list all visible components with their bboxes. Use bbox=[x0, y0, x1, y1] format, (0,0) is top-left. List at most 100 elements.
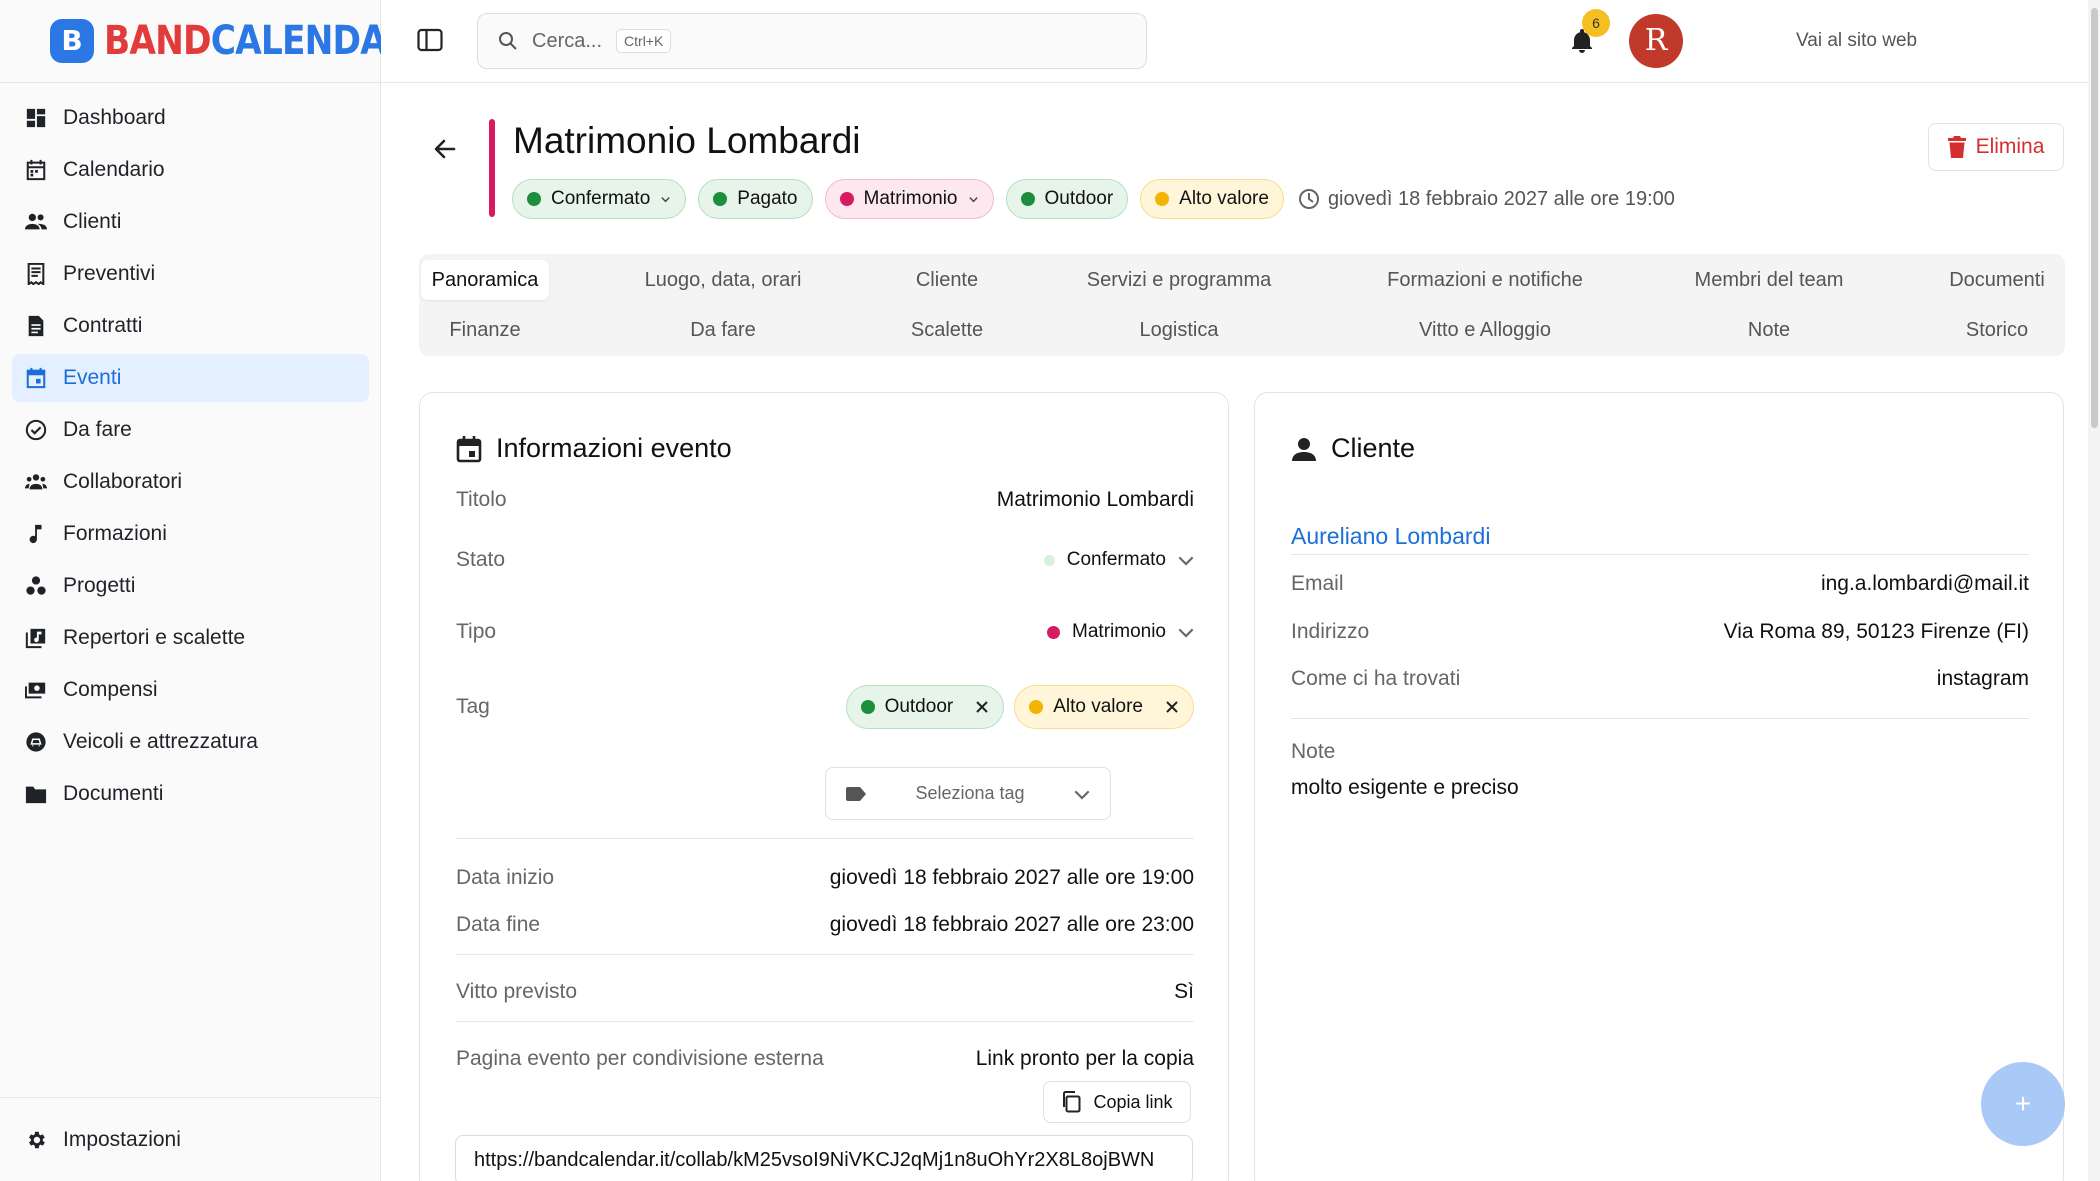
trash-icon bbox=[1947, 136, 1966, 158]
copy-link-button[interactable]: Copia link bbox=[1043, 1081, 1191, 1123]
chip-label: Outdoor bbox=[1044, 188, 1114, 209]
sidebar-item-label: Compensi bbox=[63, 678, 158, 701]
info-row-data-fine: Data fine giovedì 18 febbraio 2027 alle o… bbox=[456, 913, 1194, 936]
info-row-condivisione: Pagina evento per condivisione esterna Li… bbox=[456, 1047, 1194, 1070]
dashboard-icon bbox=[25, 107, 47, 129]
divider bbox=[456, 838, 1194, 839]
type-dot bbox=[1047, 625, 1061, 639]
logo-icon bbox=[50, 19, 94, 63]
tab-cliente[interactable]: Cliente bbox=[897, 260, 997, 300]
vehicle-icon bbox=[25, 731, 47, 753]
sidebar-item-documenti[interactable]: Documenti bbox=[12, 770, 369, 818]
sidebar-item-label: Contratti bbox=[63, 314, 143, 337]
delete-button[interactable]: Elimina bbox=[1928, 123, 2064, 171]
tab-membri-del-team[interactable]: Membri del team bbox=[1669, 260, 1869, 300]
tab-logistica[interactable]: Logistica bbox=[1069, 310, 1289, 350]
tab-scalette[interactable]: Scalette bbox=[897, 310, 997, 350]
sidebar-item-impostazioni[interactable]: Impostazioni bbox=[12, 1116, 369, 1164]
site-link[interactable]: Vai al sito web bbox=[1796, 30, 1917, 52]
sidebar-item-calendario[interactable]: Calendario bbox=[12, 146, 369, 194]
tab-finanze[interactable]: Finanze bbox=[421, 310, 549, 350]
page-title: Matrimonio Lombardi bbox=[513, 120, 861, 161]
person-icon bbox=[1292, 437, 1316, 461]
sidebar-item-dashboard[interactable]: Dashboard bbox=[12, 94, 369, 142]
sidebar-toggle-icon[interactable] bbox=[417, 28, 443, 52]
gear-icon bbox=[25, 1129, 47, 1151]
receipt-icon bbox=[25, 263, 47, 285]
tag-select[interactable]: Seleziona tag bbox=[825, 767, 1111, 820]
event-chip-confermato[interactable]: Confermato bbox=[512, 179, 687, 219]
avatar[interactable]: R bbox=[1629, 14, 1683, 68]
notes-value: molto esigente e preciso bbox=[1291, 776, 1519, 799]
sidebar-item-contratti[interactable]: Contratti bbox=[12, 302, 369, 350]
event-icon bbox=[25, 367, 47, 389]
tag-dot bbox=[860, 700, 875, 714]
chevron-down-icon bbox=[1178, 556, 1194, 566]
sidebar-item-repertori-e-scalette[interactable]: Repertori e scalette bbox=[12, 614, 369, 662]
event-chips: Confermato Pagato Matrimonio Outdoor Alto va… bbox=[512, 179, 1675, 219]
sidebar-item-label: Dashboard bbox=[63, 106, 166, 129]
tab-storico[interactable]: Storico bbox=[1927, 310, 2067, 350]
tag-list: Outdoor Alto valore bbox=[845, 685, 1194, 729]
card-title: Cliente bbox=[1291, 433, 1415, 464]
scrollbar-thumb[interactable] bbox=[2091, 8, 2098, 428]
tab-luogo-data-orari[interactable]: Luogo, data, orari bbox=[623, 260, 823, 300]
tag-label: Outdoor bbox=[884, 696, 954, 717]
event-chip-pagato[interactable]: Pagato bbox=[698, 179, 813, 219]
clock-icon bbox=[1298, 189, 1319, 209]
chip-dot bbox=[1155, 192, 1170, 206]
tab-bar: Panoramica Luogo, data, orari Cliente Servi… bbox=[419, 254, 2065, 356]
sidebar-item-collaboratori[interactable]: Collaboratori bbox=[12, 458, 369, 506]
client-card: Cliente Aureliano Lombardi Email ing.a.lo… bbox=[1254, 392, 2064, 1181]
event-chip-alto-valore[interactable]: Alto valore bbox=[1140, 179, 1284, 219]
chip-dot bbox=[839, 192, 854, 206]
sidebar-item-label: Calendario bbox=[63, 158, 165, 181]
tab-documenti[interactable]: Documenti bbox=[1927, 260, 2067, 300]
top-bar: Cerca... Ctrl+K Vai al sito web bbox=[381, 0, 2100, 83]
back-arrow-icon[interactable] bbox=[432, 134, 456, 164]
sidebar-item-label: Preventivi bbox=[63, 262, 156, 285]
delete-label: Elimina bbox=[1975, 135, 2045, 158]
chip-dot bbox=[527, 192, 541, 206]
chip-dot bbox=[1020, 192, 1035, 206]
client-name-link[interactable]: Aureliano Lombardi bbox=[1291, 523, 1490, 550]
status-select[interactable]: Confermato bbox=[1043, 549, 1194, 571]
notification-badge: 6 bbox=[1582, 9, 1610, 37]
event-chip-matrimonio[interactable]: Matrimonio bbox=[824, 179, 994, 219]
sidebar-item-veicoli-e-attrezzatura[interactable]: Veicoli e attrezzatura bbox=[12, 718, 369, 766]
close-icon[interactable] bbox=[1165, 700, 1179, 714]
sidebar-nav: Dashboard Calendario Clienti Preventivi Cont… bbox=[12, 94, 369, 822]
sidebar-item-label: Formazioni bbox=[63, 522, 167, 545]
client-row-indirizzo: Indirizzo Via Roma 89, 50123 Firenze (FI) bbox=[1291, 620, 2029, 643]
type-select[interactable]: Matrimonio bbox=[1047, 621, 1194, 643]
close-icon[interactable] bbox=[975, 700, 989, 714]
divider bbox=[456, 1021, 1194, 1022]
info-row-tipo: Tipo Matrimonio bbox=[456, 617, 1194, 647]
share-url-field[interactable]: https://bandcalendar.it/collab/kM25vsoI9… bbox=[455, 1135, 1193, 1181]
client-row-fonte: Come ci ha trovati instagram bbox=[1291, 667, 2029, 690]
sidebar-item-compensi[interactable]: Compensi bbox=[12, 666, 369, 714]
sidebar-item-eventi[interactable]: Eventi bbox=[12, 354, 369, 402]
calendar-icon bbox=[25, 159, 47, 181]
sidebar-item-preventivi[interactable]: Preventivi bbox=[12, 250, 369, 298]
library-music-icon bbox=[25, 627, 47, 649]
sidebar-item-progetti[interactable]: Progetti bbox=[12, 562, 369, 610]
sidebar-item-da-fare[interactable]: Da fare bbox=[12, 406, 369, 454]
tag-label: Alto valore bbox=[1053, 696, 1143, 717]
tab-servizi-e-programma[interactable]: Servizi e programma bbox=[1069, 260, 1289, 300]
sidebar-item-formazioni[interactable]: Formazioni bbox=[12, 510, 369, 558]
tab-panoramica[interactable]: Panoramica bbox=[421, 260, 549, 300]
info-row-tag: Tag Outdoor Alto valore bbox=[456, 685, 1194, 755]
tab-vitto-e-alloggio[interactable]: Vitto e Alloggio bbox=[1370, 310, 1600, 350]
search-input[interactable]: Cerca... Ctrl+K bbox=[477, 13, 1147, 69]
sidebar-item-label: Veicoli e attrezzatura bbox=[63, 730, 258, 753]
event-chip-outdoor[interactable]: Outdoor bbox=[1005, 179, 1129, 219]
tab-da-fare[interactable]: Da fare bbox=[623, 310, 823, 350]
tab-formazioni-e-notifiche[interactable]: Formazioni e notifiche bbox=[1370, 260, 1600, 300]
sidebar-item-clienti[interactable]: Clienti bbox=[12, 198, 369, 246]
search-placeholder: Cerca... bbox=[532, 29, 603, 52]
copy-icon bbox=[1063, 1091, 1081, 1113]
add-fab-button[interactable]: + bbox=[1981, 1062, 2065, 1146]
notes-label: Note bbox=[1291, 740, 1336, 763]
tab-note[interactable]: Note bbox=[1669, 310, 1869, 350]
